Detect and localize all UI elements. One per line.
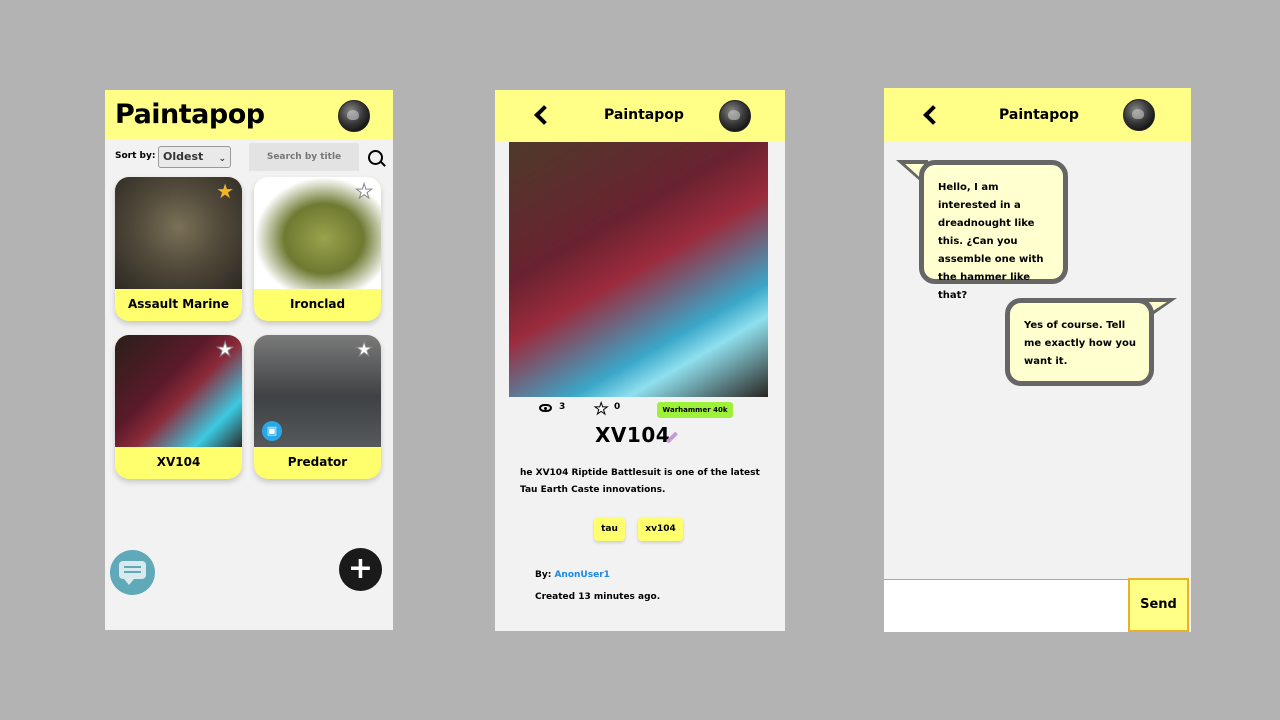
message-received: Hello, I am interested in a dreadnought … <box>919 160 1068 301</box>
avatar[interactable] <box>719 100 751 132</box>
author-link[interactable]: AnonUser1 <box>554 570 609 580</box>
header-bar: Paintapop <box>884 88 1191 142</box>
stars-count: 0 <box>614 402 621 412</box>
views-count: 3 <box>559 402 566 412</box>
avatar[interactable] <box>338 100 370 132</box>
add-button[interactable]: + <box>339 548 382 591</box>
model-image <box>509 142 768 397</box>
tag-chip[interactable]: tau <box>594 517 625 541</box>
app-title: Paintapop <box>999 107 1079 123</box>
game-tag: Warhammer 40k <box>657 402 733 418</box>
model-description: he XV104 Riptide Battlesuit is one of th… <box>520 468 760 495</box>
card-label: XV104 <box>156 455 201 469</box>
star-outline-icon[interactable]: ★ <box>355 181 374 202</box>
star-outline-icon[interactable]: ★ <box>593 399 608 419</box>
list-screen: Paintapop Sort by: Oldest ⌄ Search by ti… <box>105 90 393 630</box>
eye-icon <box>539 404 552 412</box>
star-outline-icon[interactable]: ★ <box>216 339 235 360</box>
card-label: Ironclad <box>289 297 346 311</box>
back-arrow-icon[interactable] <box>923 105 943 125</box>
star-filled-icon[interactable]: ★ <box>216 181 234 201</box>
app-title: Paintapop <box>604 107 684 123</box>
back-arrow-icon[interactable] <box>534 105 554 125</box>
search-input[interactable]: Search by title <box>249 143 359 171</box>
app-title: Paintapop <box>115 99 265 130</box>
chat-icon <box>119 561 146 585</box>
avatar[interactable] <box>1123 99 1155 131</box>
header-bar: Paintapop <box>105 90 393 140</box>
chat-button[interactable] <box>110 550 155 595</box>
search-icon[interactable] <box>368 150 383 165</box>
chat-screen: Paintapop Hello, I am interested in a dr… <box>884 88 1191 632</box>
model-card[interactable]: ★ XV104 <box>115 335 242 479</box>
3d-cube-icon: ▣ <box>262 421 282 441</box>
created-time: Created 13 minutes ago. <box>535 592 661 602</box>
header-bar: Paintapop <box>495 90 785 142</box>
star-outline-icon[interactable]: ★ <box>355 339 374 360</box>
send-button[interactable]: Send <box>1128 578 1189 632</box>
chevron-down-icon: ⌄ <box>218 154 226 164</box>
sort-value: Oldest <box>163 150 204 163</box>
message-input[interactable] <box>884 579 1128 632</box>
author-line: By: AnonUser1 <box>535 570 610 580</box>
message-sent: Yes of course. Tell me exactly how you w… <box>1005 298 1154 386</box>
detail-screen: Paintapop 3 ★ 0 Warhammer 40k XV104 he X… <box>495 90 785 631</box>
model-title: XV104 <box>595 423 671 447</box>
tag-chip[interactable]: xv104 <box>638 517 683 541</box>
model-card[interactable]: ★ Ironclad <box>254 177 381 321</box>
card-label: Assault Marine <box>128 297 229 311</box>
model-card[interactable]: ★ ▣ Predator <box>254 335 381 479</box>
card-label: Predator <box>287 455 348 469</box>
sort-select[interactable]: Oldest ⌄ <box>158 146 231 168</box>
by-label: By: <box>535 570 552 580</box>
model-card[interactable]: ★ Assault Marine <box>115 177 242 321</box>
sort-label: Sort by: <box>115 151 156 161</box>
